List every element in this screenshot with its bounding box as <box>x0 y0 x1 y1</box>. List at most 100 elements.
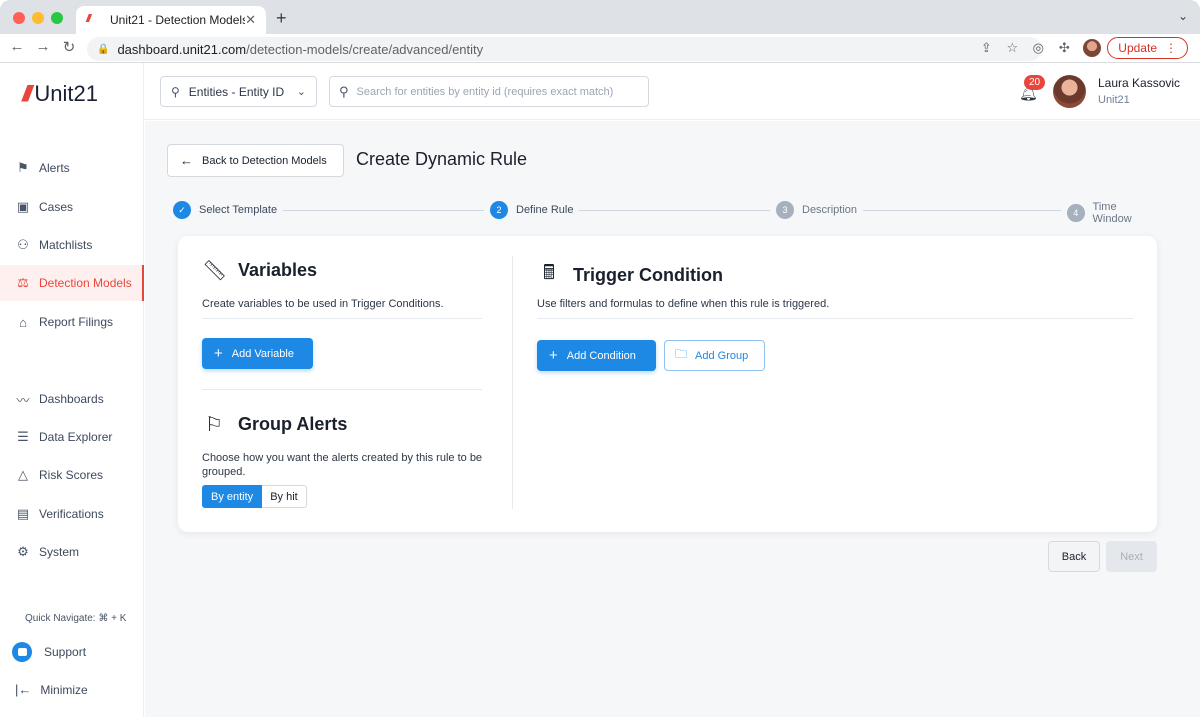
reload-icon[interactable]: ↻ <box>60 38 78 56</box>
tab-close-icon[interactable]: ✕ <box>245 12 256 28</box>
add-group-button[interactable]: 🗀 Add Group <box>664 340 765 371</box>
unit21-logo-mark-icon: /// <box>22 81 33 106</box>
sidebar: /// Unit21 ⚑ Alerts ▣ Cases ⚇ Matchlists… <box>0 63 144 717</box>
address-bar[interactable]: 🔒 dashboard.unit21.com/detection-models/… <box>87 37 1042 61</box>
sidebar-item-report-filings[interactable]: ⌂ Report Filings <box>0 304 144 340</box>
section-title: Variables <box>238 260 318 280</box>
flag-icon: ⚑ <box>17 160 29 175</box>
sidebar-item-alerts[interactable]: ⚑ Alerts <box>0 150 144 186</box>
step-number: 3 <box>776 201 794 219</box>
back-arrow-icon[interactable]: ← <box>8 38 26 55</box>
minimize-sidebar-button[interactable]: |← Minimize <box>15 682 88 697</box>
sidebar-item-cases[interactable]: ▣ Cases <box>0 189 144 225</box>
extension-c-icon[interactable]: ◎ <box>1025 40 1051 56</box>
sidebar-item-dashboards[interactable]: 〰 Dashboards <box>0 381 144 417</box>
divider <box>202 389 482 390</box>
main-content: ← Back to Detection Models Create Dynami… <box>145 121 1200 717</box>
step-label: Description <box>802 204 858 216</box>
sidebar-item-detection-models[interactable]: ⚖ Detection Models <box>0 265 144 301</box>
step-number: 2 <box>490 201 508 219</box>
new-tab-button[interactable]: + <box>276 8 287 29</box>
notification-count-badge: 20 <box>1024 75 1046 90</box>
logo-text: Unit21 <box>34 81 98 106</box>
by-hit-option[interactable]: By hit <box>262 485 307 508</box>
entity-select-value: Entities - Entity ID <box>188 84 285 99</box>
back-button[interactable]: Back <box>1048 541 1100 572</box>
sidebar-item-risk-scores[interactable]: △ Risk Scores <box>0 457 144 493</box>
tab-search-chevron-icon[interactable]: ⌄ <box>1178 9 1188 23</box>
browser-tab-strip: /// Unit21 - Detection Models ✕ + ⌄ <box>0 0 1200 34</box>
entity-type-select[interactable]: ⚲ Entities - Entity ID ⌄ <box>160 76 317 107</box>
browser-toolbar: ← → ↻ 🔒 dashboard.unit21.com/detection-m… <box>0 34 1200 63</box>
trigger-condition-header: 🖩 Trigger Condition <box>537 258 723 292</box>
window-zoom-button[interactable] <box>51 12 63 24</box>
minimize-label: Minimize <box>40 682 88 697</box>
rule-definition-card: 📏︎ Variables Create variables to be used… <box>178 236 1157 532</box>
wizard-stepper: ✓ Select Template 2 Define Rule 3 Descri… <box>173 201 1163 225</box>
flag-icon: ⚐ <box>205 414 223 436</box>
section-title: Group Alerts <box>238 414 348 434</box>
sidebar-item-label: Detection Models <box>39 276 132 290</box>
step-time-window[interactable]: 4 Time Window <box>1061 201 1163 225</box>
calculator-icon: 🖩 <box>543 262 555 284</box>
add-condition-button[interactable]: + Add Condition <box>537 340 656 371</box>
sidebar-item-system[interactable]: ⚙ System <box>0 534 144 570</box>
button-label: Add Group <box>695 349 749 362</box>
step-select-template[interactable]: ✓ Select Template <box>173 201 284 219</box>
folder-plus-icon: 🗀 <box>675 347 688 361</box>
step-description[interactable]: 3 Description <box>770 201 864 219</box>
sidebar-item-label: Report Filings <box>39 315 114 329</box>
step-label: Define Rule <box>516 204 574 216</box>
id-card-icon: ▤ <box>16 506 30 521</box>
back-to-detection-models-button[interactable]: ← Back to Detection Models <box>167 144 344 177</box>
chat-icon <box>12 642 32 662</box>
browser-profile-avatar[interactable] <box>1083 39 1102 57</box>
page-title: Create Dynamic Rule <box>356 149 528 169</box>
step-define-rule[interactable]: 2 Define Rule <box>484 201 580 219</box>
group-alerts-header: ⚐ Group Alerts <box>202 412 347 437</box>
share-icon[interactable]: ⇪ <box>973 40 999 56</box>
sidebar-item-label: Risk Scores <box>39 468 104 482</box>
step-label: Time Window <box>1092 201 1132 225</box>
app-header: ⚲ Entities - Entity ID ⌄ ⚲ Search for en… <box>144 63 1200 120</box>
briefcase-icon: ▣ <box>16 199 30 214</box>
bank-icon: ⌂ <box>19 314 27 330</box>
next-button[interactable]: Next <box>1106 541 1157 572</box>
browser-update-button[interactable]: Update ⋮ <box>1107 37 1188 59</box>
sidebar-item-label: Data Explorer <box>39 430 113 444</box>
plus-icon: + <box>214 345 223 362</box>
url-host: dashboard.unit21.com <box>117 41 247 57</box>
tab-title: Unit21 - Detection Models <box>110 13 246 27</box>
user-name[interactable]: Laura Kassovic <box>1098 76 1180 90</box>
section-title: Trigger Condition <box>573 264 723 285</box>
window-minimize-button[interactable] <box>32 12 44 24</box>
forward-arrow-icon[interactable]: → <box>34 38 52 55</box>
sidebar-item-label: Dashboards <box>39 392 104 406</box>
extensions-puzzle-icon[interactable]: ✣ <box>1051 40 1077 56</box>
button-label: Add Variable <box>231 347 294 360</box>
sidebar-item-data-explorer[interactable]: ☰ Data Explorer <box>0 419 144 455</box>
by-entity-option[interactable]: By entity <box>202 485 263 508</box>
warning-icon: △ <box>18 467 28 482</box>
browser-tab[interactable]: /// Unit21 - Detection Models ✕ <box>76 6 266 34</box>
sidebar-item-verifications[interactable]: ▤ Verifications <box>0 496 144 532</box>
unit21-logo[interactable]: /// Unit21 <box>22 81 98 107</box>
bookmark-star-icon[interactable]: ☆ <box>999 40 1025 56</box>
window-close-button[interactable] <box>13 12 25 24</box>
trigger-description: Use filters and formulas to define when … <box>537 298 830 310</box>
entity-search-input[interactable]: ⚲ Search for entities by entity id (requ… <box>329 76 649 107</box>
user-avatar[interactable] <box>1053 75 1086 108</box>
column-divider <box>512 256 513 509</box>
group-alerts-description: Choose how you want the alerts created b… <box>202 452 483 478</box>
sidebar-item-matchlists[interactable]: ⚇ Matchlists <box>0 227 144 263</box>
url-path: /detection-models/create/advanced/entity <box>246 41 484 57</box>
group-alerts-toggle: By entity By hit <box>202 485 307 508</box>
lock-icon: 🔒 <box>97 43 110 55</box>
add-variable-button[interactable]: + Add Variable <box>202 338 313 369</box>
user-org: Unit21 <box>1098 94 1130 106</box>
unit21-favicon-icon: /// <box>86 13 91 25</box>
step-label: Select Template <box>199 204 278 216</box>
collapse-left-icon: |← <box>15 682 32 697</box>
support-label: Support <box>44 645 87 659</box>
support-button[interactable]: Support <box>12 642 86 662</box>
